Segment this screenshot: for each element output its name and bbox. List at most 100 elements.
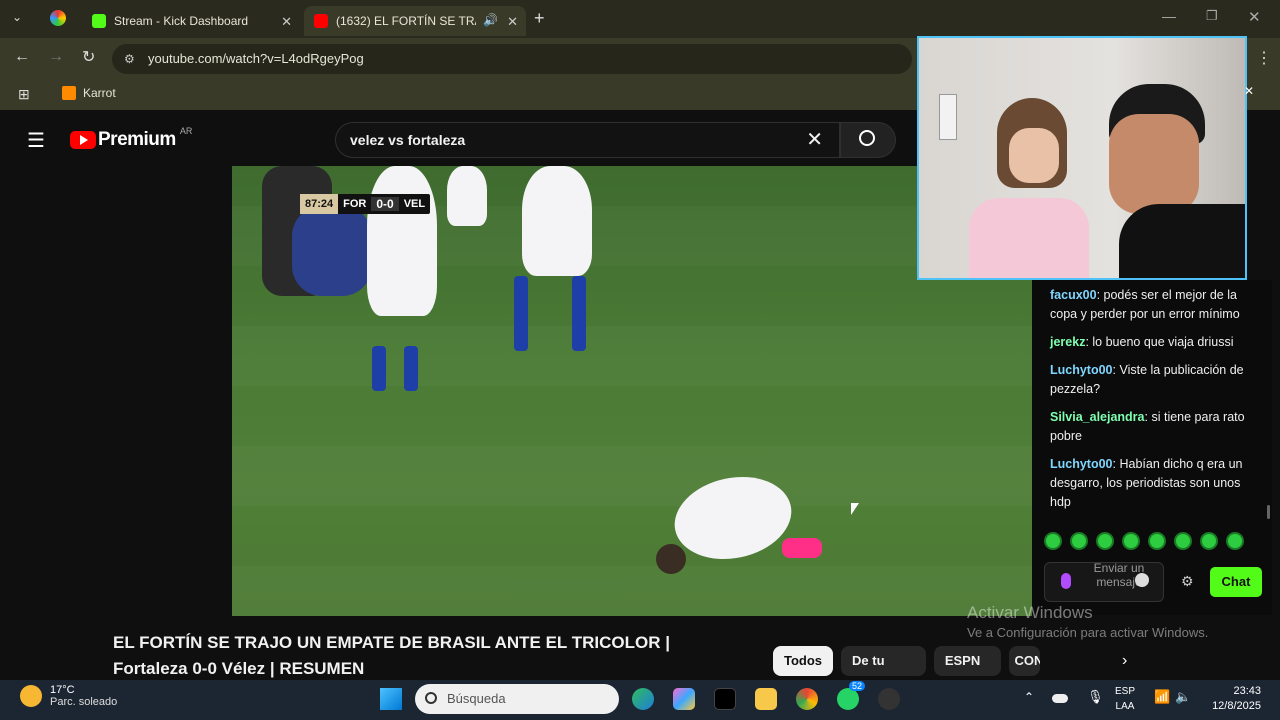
chips-next-icon[interactable]: › [1122,652,1127,670]
chip-espn-fans[interactable]: ESPN Fans [933,646,1001,698]
maximize-button[interactable]: ❐ [1206,8,1218,24]
hamburger-menu-icon[interactable]: ☰ [27,128,45,153]
emote-icon[interactable] [1044,532,1062,550]
tab-youtube[interactable]: (1632) EL FORTÍN SE TRAJO 🔊 ✕ [304,6,526,36]
chip-conm[interactable]: CONM [1008,646,1040,676]
player-leg [372,346,386,391]
clock-date: 12/8/2025 [1212,700,1261,712]
watermark-title: Activar Windows [967,603,1093,622]
close-tab-icon[interactable]: ✕ [281,14,292,30]
whatsapp-badge: 52 [849,681,866,691]
player-boots [782,538,822,558]
video-info: EL FORTÍN SE TRAJO UN EMPATE DE BRASIL A… [0,616,1127,698]
back-icon[interactable]: ← [14,48,30,66]
onedrive-icon[interactable] [1052,694,1068,703]
chat-username[interactable]: Luchyto00 [1050,363,1113,377]
chat-input[interactable]: Enviar un mensaje [1044,561,1164,602]
url-text: youtube.com/watch?v=L4odRgeyPog [148,51,364,66]
watermark-subtitle: Ve a Configuración para activar Windows. [967,625,1209,640]
browser-tab-bar: ⌄ Stream - Kick Dashboard ✕ (1632) EL FO… [0,0,1280,38]
chat-username[interactable]: facux00 [1050,288,1097,302]
close-overlay-icon[interactable]: ✕ [1244,84,1254,98]
tab-kick-dashboard[interactable]: Stream - Kick Dashboard ✕ [82,6,300,36]
player-standing [447,166,487,226]
microphone-icon[interactable] [1061,573,1071,589]
apps-icon[interactable]: ⊞ [18,86,30,103]
windows-taskbar: 17°C Parc. soleado Búsqueda 52 ⌃ 🎙 ESP L… [0,680,1280,720]
chat-username[interactable]: jerekz [1050,335,1085,349]
start-icon[interactable] [380,688,402,710]
mouse-cursor-icon [851,503,859,515]
new-tab-button[interactable]: + [534,8,545,29]
forward-icon[interactable]: → [48,48,64,66]
copilot-icon[interactable] [673,688,695,710]
chat-username[interactable]: Silvia_alejandra [1050,410,1145,424]
chat-message: Luchyto00: Habían dicho q era un desgarr… [1050,457,1243,509]
emote-icon[interactable] [1148,532,1166,550]
clock-time: 23:43 [1233,685,1261,697]
bookmark-karrot[interactable]: Karrot [62,86,116,100]
send-chat-button[interactable]: Chat [1210,567,1262,597]
video-player[interactable]: 87:24 FOR 0-0 VEL [232,166,1032,616]
scorebug: 87:24 FOR 0-0 VEL [300,194,431,214]
karrot-icon [62,86,76,100]
audio-icon[interactable]: 🔊 [483,13,498,27]
whatsapp-icon[interactable]: 52 [837,681,866,710]
minimize-button[interactable]: — [1162,8,1176,24]
address-bar[interactable]: ⚙ youtube.com/watch?v=L4odRgeyPog [112,44,912,74]
chip-todos[interactable]: Todos [773,646,834,676]
video-title-line: EL FORTÍN SE TRAJO UN EMPATE DE BRASIL A… [113,633,670,652]
emote-bar [1044,532,1244,550]
close-tab-icon[interactable]: ✕ [507,14,518,30]
tray-chevron-icon[interactable]: ⌃ [1024,690,1034,704]
volume-icon[interactable]: 🔈 [1175,689,1191,705]
chat-settings-icon[interactable]: ⚙ [1181,573,1194,590]
person-streamer [1079,84,1245,278]
emote-icon[interactable] [1200,532,1218,550]
person-child [969,98,1089,278]
obs-icon[interactable] [878,688,900,710]
emote-icon[interactable] [1096,532,1114,550]
player-standing [522,166,592,276]
microphone-tray-icon[interactable]: 🎙 [1087,689,1104,705]
emote-icon[interactable] [1226,532,1244,550]
emote-icon[interactable] [1174,532,1192,550]
chat-username[interactable]: Luchyto00 [1050,457,1113,471]
reload-icon[interactable]: ↻ [82,47,95,67]
score: 0-0 [371,197,399,211]
chrome-icon[interactable] [796,688,818,710]
emote-icon[interactable] [1070,532,1088,550]
tiktok-icon[interactable] [714,688,736,710]
chip-de-tu-busqueda[interactable]: De tu búsqueda [841,646,926,698]
home-team: FOR [343,198,367,210]
menu-icon[interactable]: ⋮ [1256,48,1272,68]
player-kneeling [292,206,372,296]
file-explorer-icon[interactable] [755,688,777,710]
search-value: velez vs fortaleza [350,132,466,148]
chat-message: Silvia_alejandra: si tiene para rato pob… [1050,410,1245,443]
player-leg [514,276,528,351]
site-info-icon[interactable]: ⚙ [124,44,135,74]
edge-icon[interactable] [632,688,654,710]
chat-scrollbar[interactable] [1267,505,1270,519]
taskbar-search-input[interactable]: Búsqueda [415,684,619,714]
language-code: ESP [1115,686,1136,697]
close-window-button[interactable]: ✕ [1248,8,1261,26]
language-indicator[interactable]: ESP LAA [1115,684,1135,714]
profile-icon[interactable] [50,10,66,26]
player-standing [367,166,437,316]
tab-list-chevron-icon[interactable]: ⌄ [12,10,22,24]
youtube-logo[interactable]: Premium AR [70,126,192,151]
tab-label: (1632) EL FORTÍN SE TRAJO [336,14,476,28]
weather-widget[interactable]: 17°C Parc. soleado [20,684,117,708]
clear-search-icon[interactable]: ✕ [806,123,823,157]
emote-icon[interactable] [1122,532,1140,550]
clock[interactable]: 23:43 12/8/2025 [1205,684,1261,714]
search-button[interactable] [840,122,896,158]
search-icon [859,130,875,146]
player-leg [404,346,418,391]
video-title-line: Fortaleza 0-0 Vélez | RESUMEN [113,659,365,678]
wifi-icon[interactable]: 📶 [1154,689,1170,705]
search-input[interactable]: velez vs fortaleza ✕ [335,122,840,158]
emoji-icon[interactable] [1135,573,1149,587]
